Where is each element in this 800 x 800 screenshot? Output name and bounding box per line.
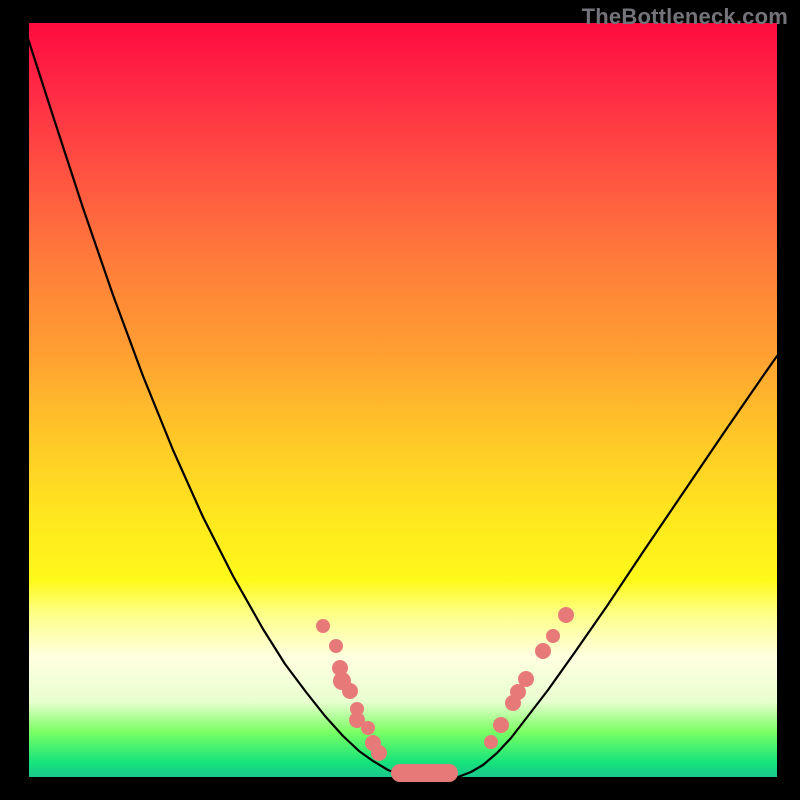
marker-dot: [535, 643, 551, 659]
marker-dot: [361, 721, 375, 735]
marker-dot: [493, 717, 509, 733]
marker-dot: [558, 607, 574, 623]
marker-dot: [316, 619, 330, 633]
curve-group: [23, 23, 777, 777]
marker-dot: [342, 683, 358, 699]
valley-floor-markers: [391, 764, 458, 782]
bottleneck-curve: [23, 23, 777, 777]
chart-svg: [23, 23, 777, 777]
marker-dot: [518, 671, 534, 687]
marker-dot: [329, 639, 343, 653]
marker-dots: [316, 607, 574, 761]
valley-floor-capsule: [391, 764, 458, 782]
chart-stage: TheBottleneck.com: [0, 0, 800, 800]
watermark-text: TheBottleneck.com: [582, 4, 788, 30]
marker-dot: [484, 735, 498, 749]
marker-dot: [546, 629, 560, 643]
marker-dot: [371, 745, 387, 761]
